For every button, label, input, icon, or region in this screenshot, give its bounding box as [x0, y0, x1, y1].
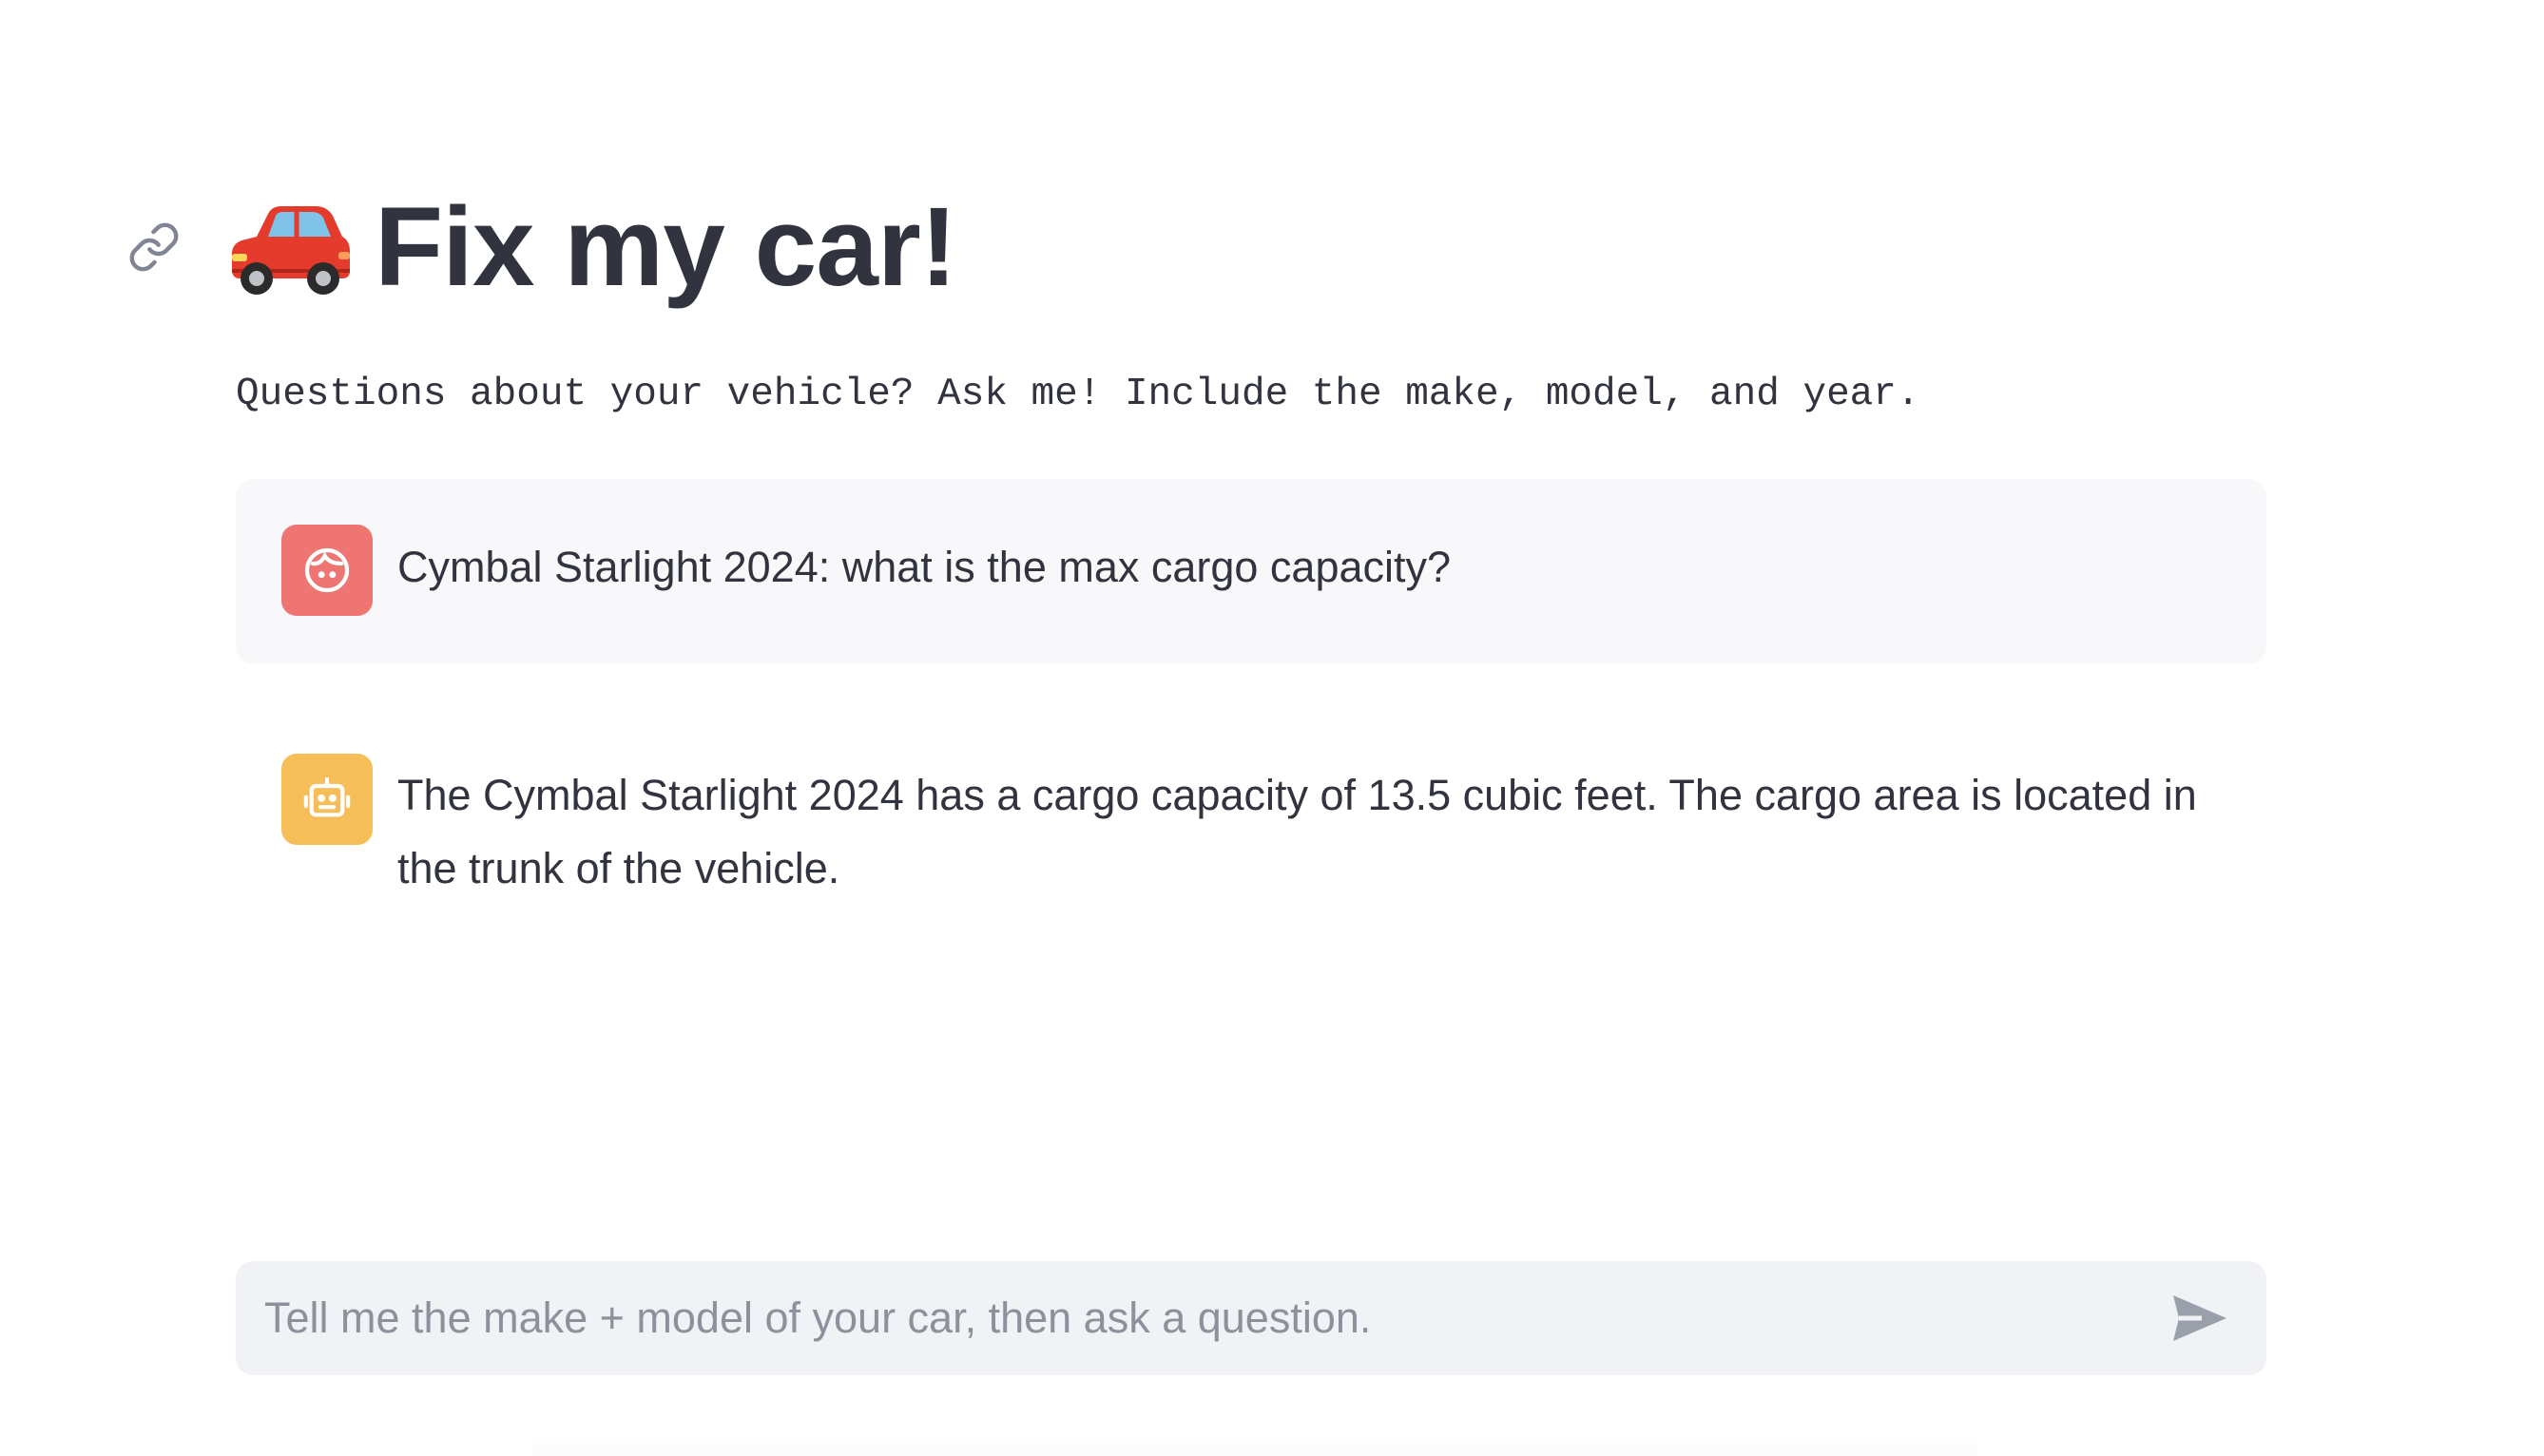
robot-icon: [303, 776, 351, 817]
chat-message-assistant: The Cymbal Starlight 2024 has a cargo ca…: [236, 708, 2266, 905]
chat-message-user: Cymbal Starlight 2024: what is the max c…: [236, 479, 2266, 663]
page-title: Fix my car!: [375, 184, 957, 310]
send-button[interactable]: [2162, 1280, 2238, 1356]
link-icon[interactable]: [125, 219, 183, 276]
message-text: Cymbal Starlight 2024: what is the max c…: [397, 543, 1452, 591]
page-subtitle: Questions about your vehicle? Ask me! In…: [236, 373, 1920, 416]
red-car-icon: [232, 206, 350, 295]
assistant-avatar: [281, 754, 373, 845]
chat-input-container: [236, 1261, 2266, 1375]
message-text: The Cymbal Starlight 2024 has a cargo ca…: [397, 771, 2197, 892]
title-row: Fix my car!: [125, 176, 957, 318]
user-face-icon: [304, 547, 350, 593]
send-icon: [2173, 1295, 2226, 1341]
user-avatar: [281, 525, 373, 616]
chat-input[interactable]: [262, 1293, 2162, 1344]
bottom-fade: [532, 1435, 1977, 1456]
app-page: Fix my car! Questions about your vehicle…: [0, 0, 2544, 1456]
